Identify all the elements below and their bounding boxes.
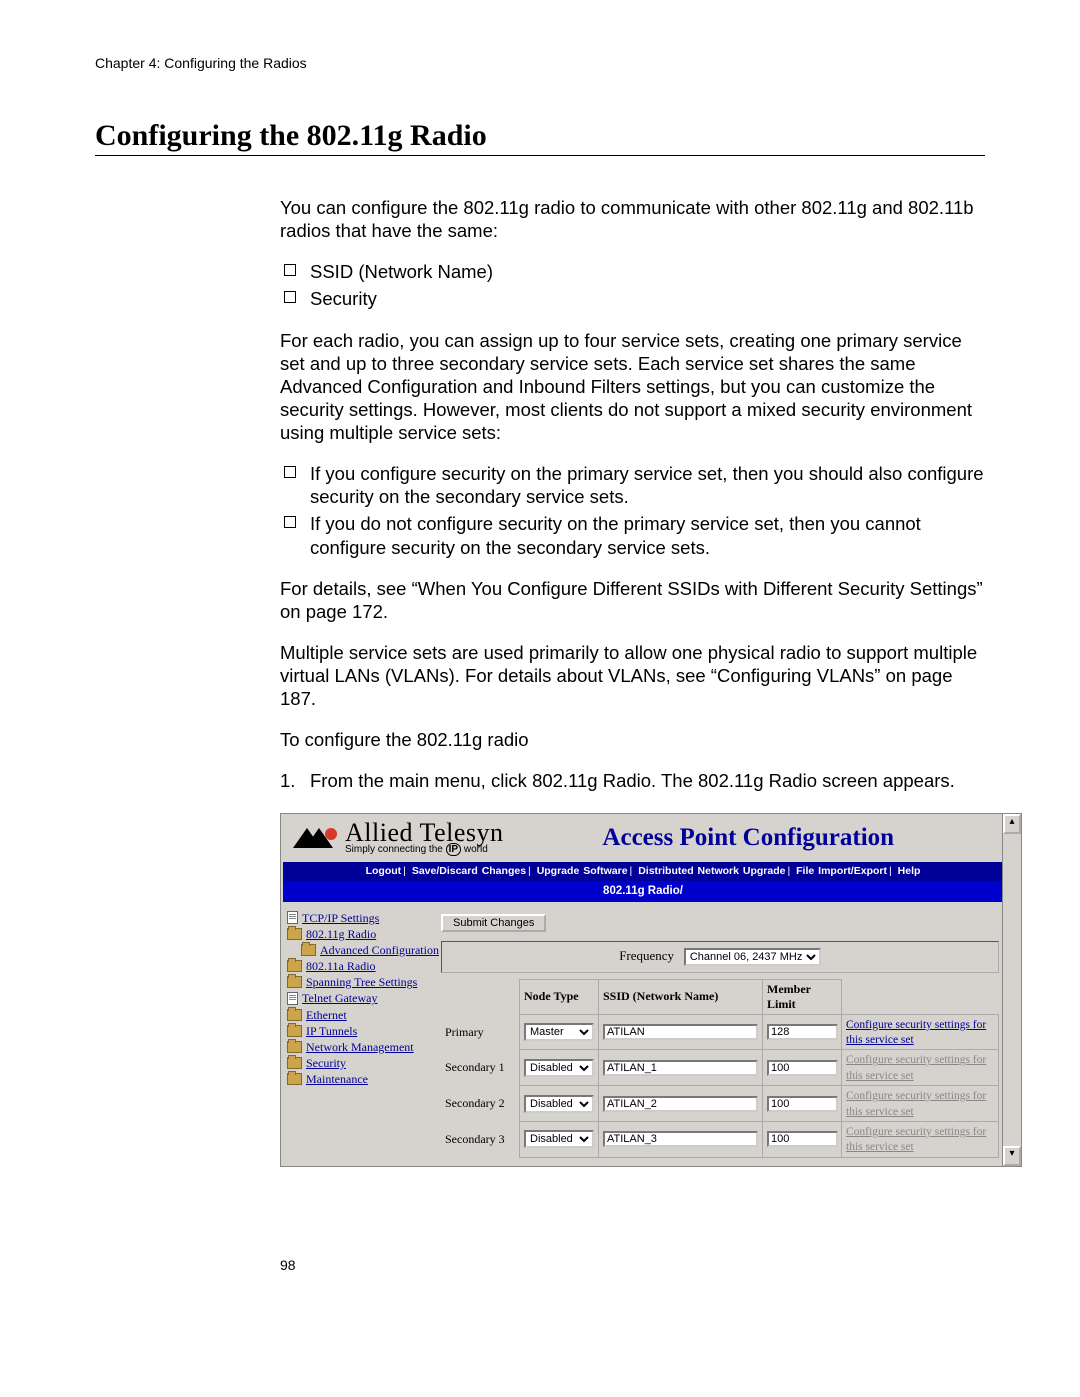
row-label: Secondary 3 bbox=[441, 1121, 520, 1157]
row-label: Secondary 1 bbox=[441, 1050, 520, 1086]
nav-80211a[interactable]: 802.11a Radio bbox=[287, 958, 435, 974]
bullet-list: If you configure security on the primary… bbox=[280, 462, 985, 559]
section-title: Configuring the 802.11g Radio bbox=[95, 119, 985, 153]
col-node-type: Node Type bbox=[520, 979, 599, 1014]
ssid-input[interactable] bbox=[603, 1131, 758, 1147]
step-text: From the main menu, click 802.11g Radio.… bbox=[310, 770, 955, 791]
scrollbar[interactable]: ▴ ▾ bbox=[1002, 814, 1021, 1166]
numbered-list: 1. From the main menu, click 802.11g Rad… bbox=[280, 769, 985, 792]
scroll-up-button[interactable]: ▴ bbox=[1003, 814, 1021, 834]
paragraph: You can configure the 802.11g radio to c… bbox=[280, 196, 985, 242]
row-label: Primary bbox=[441, 1014, 520, 1050]
title-rule bbox=[95, 155, 985, 156]
table-row: Secondary 1Disabled Configure security se… bbox=[441, 1050, 999, 1086]
nav-ethernet[interactable]: Ethernet bbox=[287, 1007, 435, 1023]
nav-security[interactable]: Security bbox=[287, 1055, 435, 1071]
col-ssid: SSID (Network Name) bbox=[599, 979, 763, 1014]
brand-tagline: Simply connecting the IP world bbox=[345, 844, 504, 857]
paragraph: Multiple service sets are used primarily… bbox=[280, 641, 985, 710]
frequency-select[interactable]: Channel 06, 2437 MHz bbox=[684, 948, 821, 966]
member-limit-input[interactable] bbox=[767, 1131, 838, 1147]
brand-mark-icon bbox=[293, 826, 339, 850]
page-title: Access Point Configuration bbox=[504, 822, 993, 853]
node-type-select[interactable]: Disabled bbox=[524, 1059, 594, 1077]
configure-security-link: Configure security settings for this ser… bbox=[846, 1126, 986, 1153]
frequency-panel: Frequency Channel 06, 2437 MHz bbox=[441, 941, 999, 973]
bullet-item: If you configure security on the primary… bbox=[280, 462, 985, 508]
menu-upgrade-software[interactable]: Upgrade Software bbox=[537, 865, 628, 877]
folder-icon bbox=[287, 1057, 302, 1069]
folder-icon bbox=[287, 1009, 302, 1021]
numbered-item: 1. From the main menu, click 802.11g Rad… bbox=[280, 769, 985, 792]
folder-icon bbox=[287, 976, 302, 988]
member-limit-input[interactable] bbox=[767, 1096, 838, 1112]
table-row: Secondary 2Disabled Configure security se… bbox=[441, 1086, 999, 1122]
node-type-select[interactable]: Disabled bbox=[524, 1095, 594, 1113]
bullet-item: If you do not configure security on the … bbox=[280, 512, 985, 558]
nav-ip-tunnels[interactable]: IP Tunnels bbox=[287, 1023, 435, 1039]
paragraph: For details, see “When You Configure Dif… bbox=[280, 577, 985, 623]
node-type-select[interactable]: Disabled bbox=[524, 1130, 594, 1148]
bullet-item: Security bbox=[280, 287, 985, 310]
table-row: PrimaryMaster Configure security settings… bbox=[441, 1014, 999, 1050]
member-limit-input[interactable] bbox=[767, 1060, 838, 1076]
scroll-down-button[interactable]: ▾ bbox=[1003, 1146, 1021, 1166]
menu-bar: Logout| Save/Discard Changes| Upgrade So… bbox=[283, 862, 1003, 881]
folder-icon bbox=[287, 1025, 302, 1037]
node-type-select[interactable]: Master bbox=[524, 1023, 594, 1041]
nav-sidebar: TCP/IP Settings 802.11g Radio Advanced C… bbox=[287, 910, 435, 1158]
menu-file-import-export[interactable]: File Import/Export bbox=[796, 865, 887, 877]
member-limit-input[interactable] bbox=[767, 1024, 838, 1040]
nav-tcpip[interactable]: TCP/IP Settings bbox=[287, 910, 435, 926]
nav-maintenance[interactable]: Maintenance bbox=[287, 1071, 435, 1087]
table-row: Secondary 3Disabled Configure security se… bbox=[441, 1121, 999, 1157]
configure-security-link[interactable]: Configure security settings for this ser… bbox=[846, 1019, 986, 1046]
header-bar: Allied Telesyn Simply connecting the IP … bbox=[283, 816, 1003, 863]
menu-distributed-upgrade[interactable]: Distributed Network Upgrade bbox=[638, 865, 785, 877]
row-label: Secondary 2 bbox=[441, 1086, 520, 1122]
menu-logout[interactable]: Logout bbox=[366, 865, 402, 877]
bullet-item: SSID (Network Name) bbox=[280, 260, 985, 283]
page-icon bbox=[287, 992, 298, 1005]
folder-icon bbox=[301, 944, 316, 956]
paragraph: For each radio, you can assign up to fou… bbox=[280, 329, 985, 445]
step-number: 1. bbox=[280, 769, 295, 792]
col-member-limit: Member Limit bbox=[763, 979, 842, 1014]
app-screenshot: Allied Telesyn Simply connecting the IP … bbox=[280, 813, 1022, 1167]
breadcrumb: 802.11g Radio/ bbox=[283, 881, 1003, 901]
paragraph: To configure the 802.11g radio bbox=[280, 728, 985, 751]
nav-80211g[interactable]: 802.11g Radio bbox=[287, 926, 435, 942]
nav-telnet-gateway[interactable]: Telnet Gateway bbox=[287, 990, 435, 1006]
main-panel: Submit Changes Frequency Channel 06, 243… bbox=[441, 910, 1003, 1158]
configure-security-link: Configure security settings for this ser… bbox=[846, 1090, 986, 1117]
submit-changes-button[interactable]: Submit Changes bbox=[441, 914, 546, 932]
folder-icon bbox=[287, 960, 302, 972]
frequency-label: Frequency bbox=[619, 948, 674, 963]
brand-name: Allied Telesyn bbox=[345, 820, 504, 846]
page-icon bbox=[287, 911, 298, 924]
nav-network-management[interactable]: Network Management bbox=[287, 1039, 435, 1055]
brand-logo: Allied Telesyn Simply connecting the IP … bbox=[293, 820, 504, 857]
chapter-header: Chapter 4: Configuring the Radios bbox=[95, 55, 985, 71]
menu-help[interactable]: Help bbox=[898, 865, 921, 877]
folder-icon bbox=[287, 1041, 302, 1053]
nav-spanning-tree[interactable]: Spanning Tree Settings bbox=[287, 974, 435, 990]
ssid-input[interactable] bbox=[603, 1060, 758, 1076]
bullet-list: SSID (Network Name) Security bbox=[280, 260, 985, 310]
ssid-input[interactable] bbox=[603, 1096, 758, 1112]
folder-icon bbox=[287, 1073, 302, 1085]
page-number: 98 bbox=[280, 1257, 985, 1275]
configure-security-link: Configure security settings for this ser… bbox=[846, 1054, 986, 1081]
folder-icon bbox=[287, 928, 302, 940]
nav-advanced-config[interactable]: Advanced Configuration bbox=[287, 942, 435, 958]
menu-save-discard[interactable]: Save/Discard Changes bbox=[412, 865, 526, 877]
ssid-input[interactable] bbox=[603, 1024, 758, 1040]
service-set-table: Node Type SSID (Network Name) Member Lim… bbox=[441, 979, 999, 1158]
